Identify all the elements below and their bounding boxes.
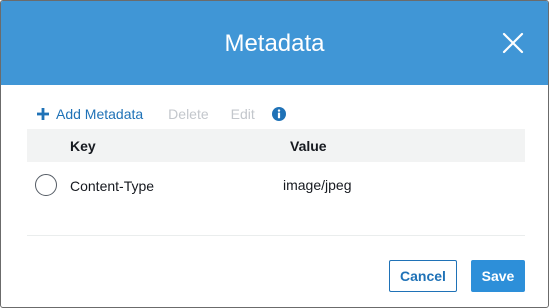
dialog-header: Metadata: [1, 1, 548, 85]
close-button[interactable]: [501, 31, 525, 55]
delete-button[interactable]: Delete: [168, 106, 208, 122]
metadata-toolbar: Add Metadata Delete Edit: [37, 104, 286, 124]
add-metadata-button[interactable]: Add Metadata: [37, 106, 143, 122]
row-radio-button[interactable]: [35, 174, 57, 196]
edit-button[interactable]: Edit: [231, 106, 255, 122]
save-button[interactable]: Save: [471, 260, 525, 292]
dialog-title: Metadata: [224, 30, 325, 57]
column-header-value: Value: [290, 138, 327, 154]
column-header-key: Key: [70, 138, 96, 154]
row-key: Content-Type: [70, 178, 155, 194]
add-metadata-label: Add Metadata: [56, 106, 144, 122]
info-icon[interactable]: [271, 107, 286, 121]
plus-icon: [37, 108, 49, 120]
close-icon: [502, 32, 524, 54]
table-header: Key Value: [27, 129, 525, 162]
row-value: image/jpeg: [283, 177, 352, 193]
metadata-dialog: Metadata Add Metadata Delete Edit Key Va…: [0, 0, 549, 308]
table-row[interactable]: Content-Type image/jpeg: [27, 164, 525, 208]
cancel-button[interactable]: Cancel: [389, 260, 457, 292]
footer-divider: [27, 235, 525, 236]
